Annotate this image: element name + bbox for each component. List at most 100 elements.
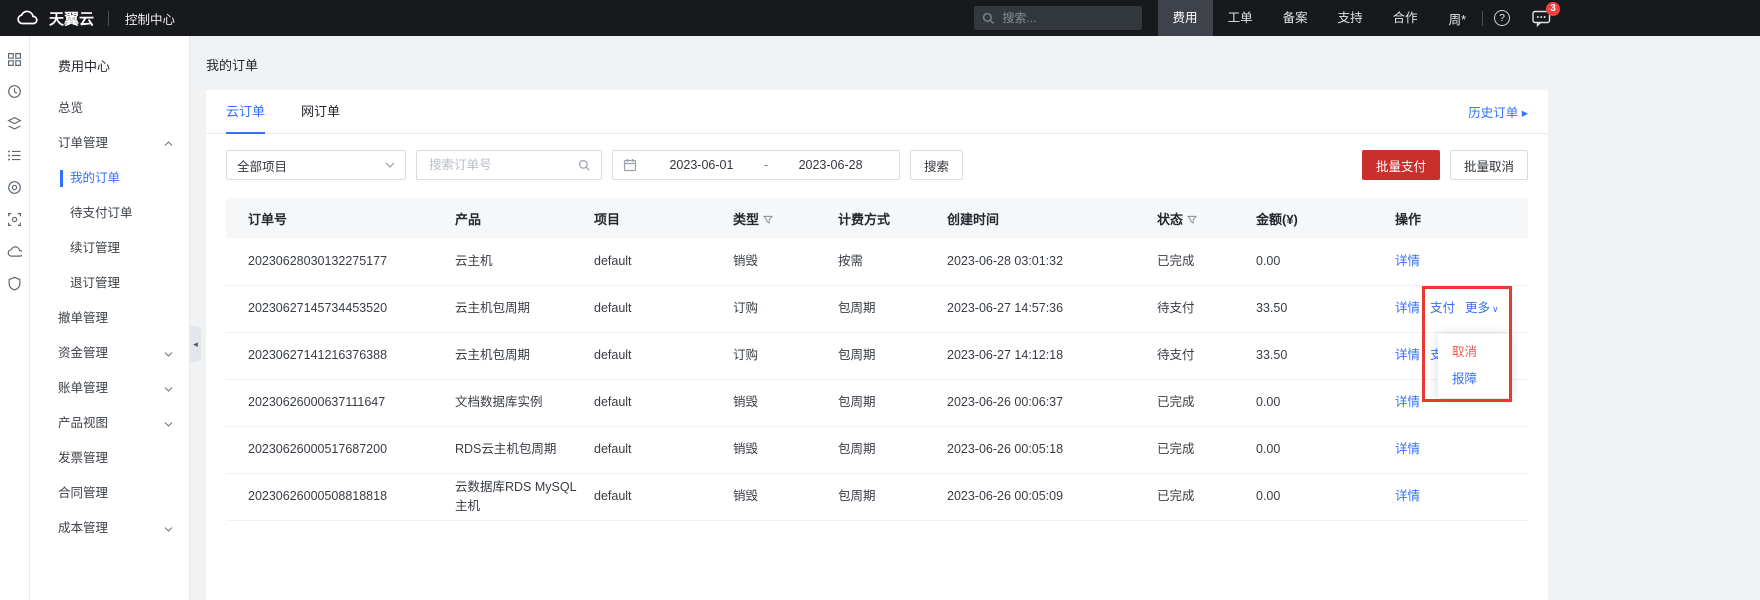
col-actions: 操作 [1395,198,1528,238]
col-created-time: 创建时间 [947,198,1157,238]
order-no: 20230626000508818818 [226,473,455,520]
sidebar-item-overview[interactable]: 总览 [30,91,189,126]
search-button[interactable]: 搜索 [910,150,963,180]
topnav-tickets[interactable]: 工单 [1213,0,1268,36]
main-layout: 费用中心 总览 订单管理 我的订单 待支付订单 续订管理 退订管理 撤单管理 资… [0,36,1760,600]
col-billing-mode: 计费方式 [838,198,947,238]
topbar-divider [1482,11,1483,26]
created-time: 2023-06-26 00:05:09 [947,473,1157,520]
created-time: 2023-06-27 14:57:36 [947,285,1157,332]
project: default [594,379,733,426]
product: RDS云主机包周期 [455,426,594,473]
batch-pay-button[interactable]: 批量支付 [1362,150,1440,180]
sidebar-item-order-cancel-mgmt[interactable]: 撤单管理 [30,301,189,336]
sidebar-group-product-view[interactable]: 产品视图 [30,406,189,441]
cloud-service-icon[interactable] [7,244,22,259]
ctyun-logo[interactable]: 天翼云 [0,8,108,29]
billing-mode: 包周期 [838,473,947,520]
database-ring-icon[interactable] [7,180,22,195]
sidebar-item-invoices[interactable]: 发票管理 [30,441,189,476]
sidebar-group-order-management[interactable]: 订单管理 [30,126,189,161]
message-count-badge: 3 [1546,2,1560,16]
project: default [594,473,733,520]
security-shield-icon[interactable] [7,276,22,291]
orders-table-wrap: 订单号 产品 项目 类型 计费方式 创建时间 状态 金额(¥) 操作 [206,192,1548,521]
orders-card: 云订单 网订单 历史订单 ▸ 全部项目 2023-06-01 [206,90,1548,600]
order-detail-link[interactable]: 详情 [1395,348,1420,362]
dropdown-item-cancel[interactable]: 取消 [1438,339,1510,366]
type: 销毁 [733,379,838,426]
order-detail-link[interactable]: 详情 [1395,301,1420,315]
order-pay-link[interactable]: 支付 [1430,301,1455,315]
billing-mode: 包周期 [838,285,947,332]
date-separator: - [760,158,772,172]
sidebar-item-renewal[interactable]: 续订管理 [30,231,189,266]
tab-cloud-orders[interactable]: 云订单 [226,90,265,134]
content-area: 我的订单 云订单 网订单 历史订单 ▸ 全部项目 [190,36,1760,600]
order-detail-link[interactable]: 详情 [1395,489,1420,503]
sidebar-collapse-handle[interactable]: ◂ [190,326,201,362]
sidebar-item-contracts[interactable]: 合同管理 [30,476,189,511]
more-actions-dropdown: 取消 报障 [1438,334,1510,398]
created-time: 2023-06-27 14:12:18 [947,332,1157,379]
col-status: 状态 [1157,198,1256,238]
date-end-value[interactable]: 2023-06-28 [772,158,889,172]
created-time: 2023-06-26 00:05:18 [947,426,1157,473]
created-time: 2023-06-26 00:06:37 [947,379,1157,426]
global-search-box[interactable] [974,6,1142,30]
console-center-link[interactable]: 控制中心 [109,9,191,28]
topbar: 天翼云 控制中心 费用 工单 备案 支持 合作 周* ? 3 [0,0,1760,36]
topbar-right: 费用 工单 备案 支持 合作 周* ? 3 [974,0,1562,36]
product: 云主机包周期 [455,332,594,379]
topnav-icp[interactable]: 备案 [1268,0,1323,36]
tab-network-orders[interactable]: 网订单 [301,90,340,134]
order-more-link[interactable]: 更多∨ [1465,301,1499,315]
order-detail-link[interactable]: 详情 [1395,395,1420,409]
order-detail-link[interactable]: 详情 [1395,254,1420,268]
order-detail-link[interactable]: 详情 [1395,442,1420,456]
help-icon[interactable]: ? [1494,10,1510,26]
project: default [594,238,733,285]
created-time: 2023-06-28 03:01:32 [947,238,1157,285]
sidebar-group-bills[interactable]: 账单管理 [30,371,189,406]
date-start-value[interactable]: 2023-06-01 [643,158,760,172]
sidebar-item-pending-orders[interactable]: 待支付订单 [30,196,189,231]
order-number-search[interactable] [416,150,602,180]
product: 文档数据库实例 [455,379,594,426]
type: 销毁 [733,238,838,285]
monitor-clock-icon[interactable] [7,84,22,99]
status-filter-icon[interactable] [1187,213,1197,228]
global-search-input[interactable] [1001,10,1134,26]
sidebar-item-my-orders[interactable]: 我的订单 [30,161,189,196]
order-no: 20230627141216376388 [226,332,455,379]
dropdown-item-report-fault[interactable]: 报障 [1438,366,1510,393]
date-range-picker[interactable]: 2023-06-01 - 2023-06-28 [612,150,900,180]
type: 销毁 [733,473,838,520]
messages-icon[interactable]: 3 [1532,10,1551,27]
order-no: 20230626000637111647 [226,379,455,426]
topnav-billing[interactable]: 费用 [1158,0,1213,36]
type-filter-icon[interactable] [763,213,773,228]
sidebar-group-cost[interactable]: 成本管理 [30,511,189,546]
order-no: 20230626000517687200 [226,426,455,473]
order-number-input[interactable] [427,157,567,173]
project-select[interactable]: 全部项目 [226,150,406,180]
products-grid-icon[interactable] [7,52,22,67]
batch-cancel-button[interactable]: 批量取消 [1450,150,1528,180]
status-badge: 已完成 [1157,426,1256,473]
chevron-down-icon [164,526,173,532]
col-order-no: 订单号 [226,198,455,238]
status-badge: 待支付 [1157,332,1256,379]
sidebar-item-unsubscribe[interactable]: 退订管理 [30,266,189,301]
chevron-down-icon [164,351,173,357]
order-list-icon[interactable] [7,148,22,163]
topnav-partners[interactable]: 合作 [1378,0,1433,36]
resource-scan-icon[interactable] [7,212,22,227]
amount: 0.00 [1256,379,1395,426]
account-menu[interactable]: 周* [1433,9,1482,28]
sidebar-group-funds[interactable]: 资金管理 [30,336,189,371]
storage-layers-icon[interactable] [7,116,22,131]
table-row: 20230626000517687200 RDS云主机包周期 default 销… [226,426,1528,473]
history-orders-link[interactable]: 历史订单 ▸ [1468,102,1528,121]
topnav-support[interactable]: 支持 [1323,0,1378,36]
